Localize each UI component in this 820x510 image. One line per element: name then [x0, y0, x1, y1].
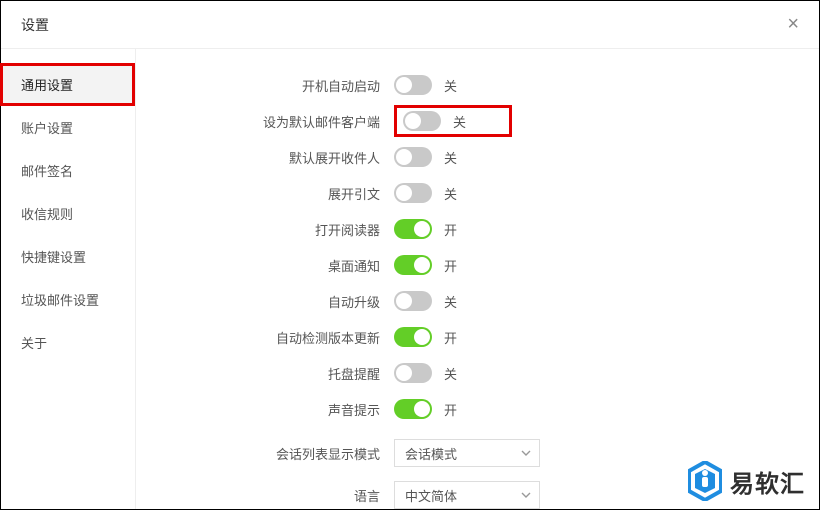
- select-language[interactable]: 中文简体: [394, 481, 540, 509]
- setting-label: 声音提示: [136, 400, 394, 419]
- watermark-text: 易软汇: [730, 464, 805, 499]
- sidebar-item-label: 账户设置: [21, 121, 73, 136]
- setting-row: 自动检测版本更新 开: [136, 319, 795, 355]
- setting-row: 开机自动启动 关: [136, 67, 795, 103]
- sidebar-item-shortcuts[interactable]: 快捷键设置: [1, 235, 135, 278]
- toggle-state: 开: [444, 400, 464, 419]
- toggle-wrap: 关: [394, 363, 464, 383]
- sidebar-item-label: 快捷键设置: [21, 250, 86, 265]
- body: 通用设置 账户设置 邮件签名 收信规则 快捷键设置 垃圾邮件设置 关于 开机自动…: [1, 49, 819, 509]
- setting-label: 桌面通知: [136, 256, 394, 275]
- header: 设置 ×: [1, 1, 819, 49]
- setting-label: 开机自动启动: [136, 76, 394, 95]
- toggle-state: 关: [444, 148, 464, 167]
- toggle-expand-quote[interactable]: [394, 183, 432, 203]
- toggle-state: 关: [444, 76, 464, 95]
- toggle-auto-upgrade[interactable]: [394, 291, 432, 311]
- sidebar-item-spam[interactable]: 垃圾邮件设置: [1, 278, 135, 321]
- toggle-state: 关: [444, 184, 464, 203]
- sidebar-item-signature[interactable]: 邮件签名: [1, 149, 135, 192]
- sidebar-item-label: 收信规则: [21, 207, 73, 222]
- sidebar-item-about[interactable]: 关于: [1, 321, 135, 364]
- setting-row: 设为默认邮件客户端 关: [136, 103, 795, 139]
- sidebar-item-label: 邮件签名: [21, 164, 73, 179]
- toggle-expand-recipients[interactable]: [394, 147, 432, 167]
- toggle-state: 关: [444, 292, 464, 311]
- toggle-state: 开: [444, 256, 464, 275]
- sidebar-item-label: 垃圾邮件设置: [21, 293, 99, 308]
- setting-row: 默认展开收件人 关: [136, 139, 795, 175]
- toggle-wrap: 开: [394, 399, 464, 419]
- select-value: 中文简体: [405, 486, 457, 505]
- sidebar-item-rules[interactable]: 收信规则: [1, 192, 135, 235]
- setting-row: 声音提示 开: [136, 391, 795, 427]
- toggle-tray-remind[interactable]: [394, 363, 432, 383]
- toggle-desktop-notify[interactable]: [394, 255, 432, 275]
- setting-label: 语言: [136, 486, 394, 505]
- toggle-default-client[interactable]: [403, 111, 441, 131]
- setting-row: 桌面通知 开: [136, 247, 795, 283]
- sidebar-item-general[interactable]: 通用设置: [0, 63, 135, 106]
- setting-label: 自动升级: [136, 292, 394, 311]
- chevron-down-icon: [521, 490, 531, 500]
- select-list-mode[interactable]: 会话模式: [394, 439, 540, 467]
- close-icon[interactable]: ×: [787, 13, 799, 36]
- setting-row: 自动升级 关: [136, 283, 795, 319]
- content: 开机自动启动 关 设为默认邮件客户端 关 默认展开收件人 关 展开引文: [136, 49, 819, 509]
- toggle-sound[interactable]: [394, 399, 432, 419]
- toggle-wrap: 关: [394, 291, 464, 311]
- sidebar-item-label: 通用设置: [21, 78, 73, 93]
- toggle-state: 关: [444, 364, 464, 383]
- sidebar-item-label: 关于: [21, 336, 47, 351]
- setting-label: 设为默认邮件客户端: [136, 112, 394, 131]
- toggle-wrap: 关: [394, 75, 464, 95]
- toggle-wrap: 关: [394, 147, 464, 167]
- setting-row: 展开引文 关: [136, 175, 795, 211]
- setting-label: 会话列表显示模式: [136, 444, 394, 463]
- toggle-reader[interactable]: [394, 219, 432, 239]
- highlight-box: 关: [394, 105, 512, 137]
- hex-logo-icon: [688, 461, 722, 501]
- chevron-down-icon: [521, 448, 531, 458]
- setting-label: 打开阅读器: [136, 220, 394, 239]
- setting-label: 展开引文: [136, 184, 394, 203]
- sidebar: 通用设置 账户设置 邮件签名 收信规则 快捷键设置 垃圾邮件设置 关于: [1, 49, 136, 509]
- sidebar-item-account[interactable]: 账户设置: [1, 106, 135, 149]
- setting-label: 默认展开收件人: [136, 148, 394, 167]
- toggle-state: 开: [444, 328, 464, 347]
- toggle-autostart[interactable]: [394, 75, 432, 95]
- setting-label: 托盘提醒: [136, 364, 394, 383]
- select-value: 会话模式: [405, 444, 457, 463]
- toggle-state: 开: [444, 220, 464, 239]
- toggle-wrap: 关: [394, 183, 464, 203]
- toggle-check-update[interactable]: [394, 327, 432, 347]
- setting-label: 自动检测版本更新: [136, 328, 394, 347]
- setting-row: 托盘提醒 关: [136, 355, 795, 391]
- toggle-state: 关: [453, 112, 473, 131]
- setting-row: 打开阅读器 开: [136, 211, 795, 247]
- toggle-wrap: 开: [394, 255, 464, 275]
- watermark: 易软汇: [688, 461, 805, 501]
- toggle-wrap: 开: [394, 327, 464, 347]
- window-title: 设置: [21, 15, 49, 35]
- toggle-wrap: 开: [394, 219, 464, 239]
